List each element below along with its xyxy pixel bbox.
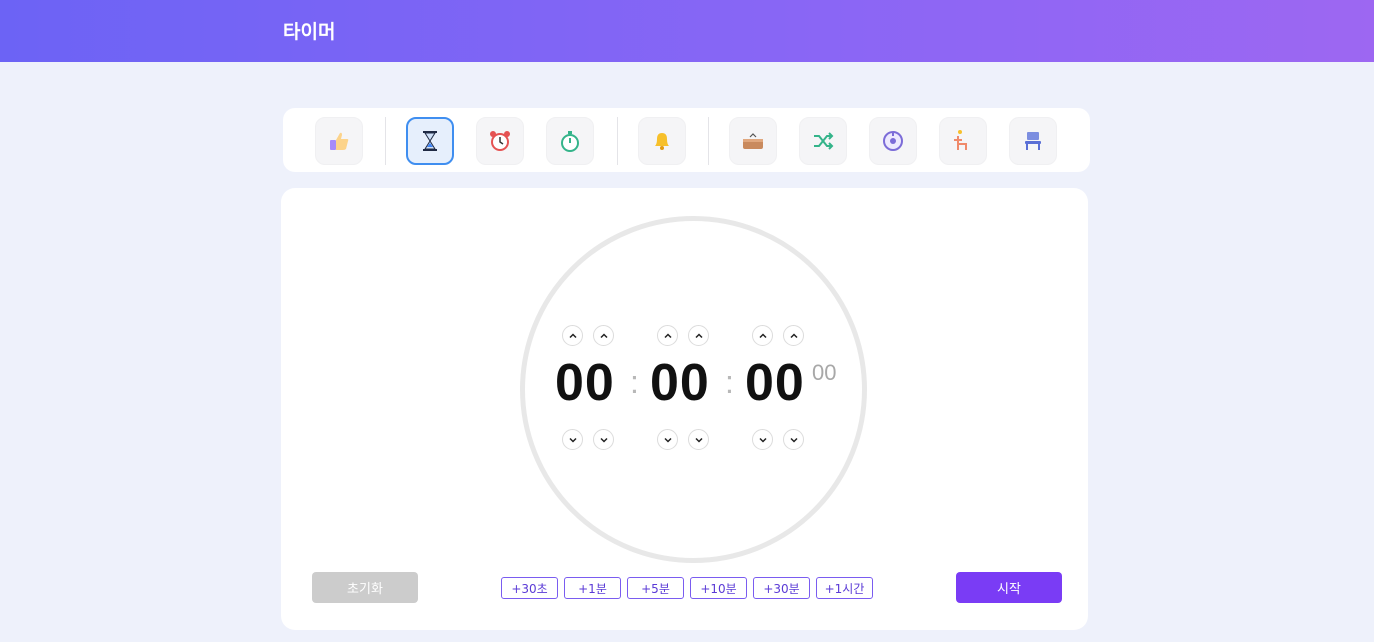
minutes-ones-down-button[interactable] <box>688 429 709 450</box>
chevron-down-icon <box>758 437 767 443</box>
tool-bell[interactable] <box>638 117 686 165</box>
tool-alarm[interactable] <box>476 117 524 165</box>
hours-ones-up-button[interactable] <box>593 325 614 346</box>
minutes-display: 00 <box>650 354 710 412</box>
reset-button[interactable]: 초기화 <box>312 572 418 603</box>
chevron-down-icon <box>599 437 608 443</box>
toolbar-divider <box>708 117 709 165</box>
tool-target-clock[interactable] <box>869 117 917 165</box>
chevron-down-icon <box>663 437 672 443</box>
seconds-ones-up-button[interactable] <box>783 325 804 346</box>
shuffle-icon <box>814 132 834 150</box>
seconds-display: 00 <box>745 354 805 412</box>
box-icon <box>743 133 763 149</box>
tool-toolbar <box>283 108 1090 172</box>
bell-icon <box>655 133 669 150</box>
seconds-tens-up-button[interactable] <box>752 325 773 346</box>
chevron-up-icon <box>694 332 703 338</box>
minutes-tens-up-button[interactable] <box>657 325 678 346</box>
tool-shuffle[interactable] <box>799 117 847 165</box>
hours-display: 00 <box>555 354 615 412</box>
thumbs-up-icon <box>330 132 349 150</box>
add-10-minutes-button[interactable]: +10분 <box>690 577 747 599</box>
add-1-hour-button[interactable]: +1시간 <box>816 577 873 599</box>
chevron-up-icon <box>789 332 798 338</box>
stopwatch-icon <box>561 131 579 152</box>
time-separator: : <box>630 364 639 400</box>
chevron-up-icon <box>568 332 577 338</box>
seconds-ones-down-button[interactable] <box>783 429 804 450</box>
page-title: 타이머 <box>283 21 336 43</box>
alarm-clock-icon <box>490 131 510 151</box>
tool-stopwatch[interactable] <box>546 117 594 165</box>
chevron-up-icon <box>758 332 767 338</box>
desk-chair-icon <box>954 130 967 150</box>
timer-panel: 00 : 00 : 00 00 초기화 +30초 +1분 +5분 +10분 +3… <box>281 188 1088 630</box>
tool-hourglass[interactable] <box>406 117 454 165</box>
add-30-seconds-button[interactable]: +30초 <box>501 577 558 599</box>
chevron-up-icon <box>599 332 608 338</box>
tool-thumbs-up[interactable] <box>315 117 363 165</box>
chevron-down-icon <box>694 437 703 443</box>
add-30-minutes-button[interactable]: +30분 <box>753 577 810 599</box>
chevron-up-icon <box>663 332 672 338</box>
chair-icon <box>1025 132 1041 150</box>
tool-desk-chair[interactable] <box>939 117 987 165</box>
app-header: 타이머 <box>0 0 1374 62</box>
hours-ones-down-button[interactable] <box>593 429 614 450</box>
chevron-down-icon <box>568 437 577 443</box>
add-1-minute-button[interactable]: +1분 <box>564 577 621 599</box>
chevron-down-icon <box>789 437 798 443</box>
tool-chair[interactable] <box>1009 117 1057 165</box>
target-clock-icon <box>883 131 903 151</box>
add-5-minutes-button[interactable]: +5분 <box>627 577 684 599</box>
seconds-tens-down-button[interactable] <box>752 429 773 450</box>
tool-box[interactable] <box>729 117 777 165</box>
hours-tens-down-button[interactable] <box>562 429 583 450</box>
minutes-tens-down-button[interactable] <box>657 429 678 450</box>
time-separator: : <box>725 364 734 400</box>
start-button[interactable]: 시작 <box>956 572 1062 603</box>
minutes-ones-up-button[interactable] <box>688 325 709 346</box>
centiseconds-display: 00 <box>812 360 837 385</box>
hourglass-icon <box>423 131 437 151</box>
hours-tens-up-button[interactable] <box>562 325 583 346</box>
toolbar-divider <box>617 117 618 165</box>
toolbar-divider <box>385 117 386 165</box>
